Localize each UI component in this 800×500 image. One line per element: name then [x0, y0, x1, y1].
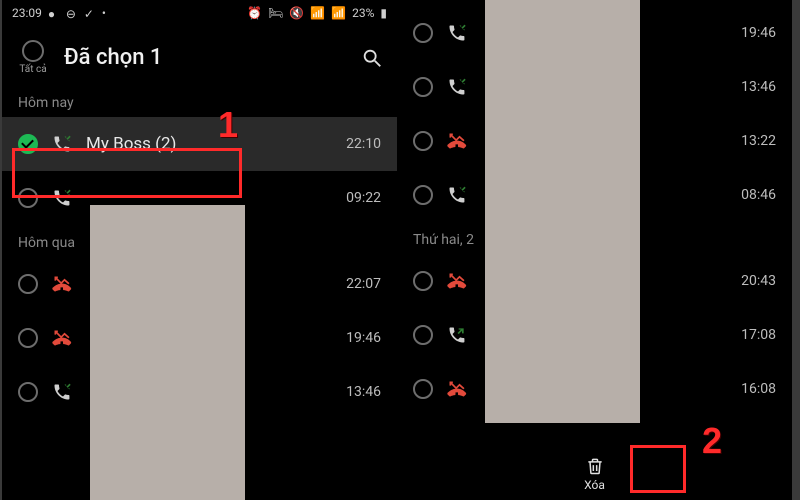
- annotation-number-1: 1: [218, 104, 238, 146]
- call-time: 13:46: [346, 384, 381, 400]
- phone-screenshot-left: 23:09 ● ⊖ ✓ • ⏰ 🛏 🔇 📶 📶 23% ▮ Tất cả Đã: [2, 0, 397, 500]
- outgoing-call-icon: [447, 325, 467, 345]
- annotation-box-2: [630, 445, 686, 493]
- call-time: 08:46: [741, 187, 776, 203]
- status-bar: 23:09 ● ⊖ ✓ • ⏰ 🛏 🔇 📶 📶 23% ▮: [2, 0, 397, 26]
- trash-icon: [585, 456, 605, 476]
- row-checkbox[interactable]: [413, 379, 433, 399]
- call-time: 09:22: [346, 190, 381, 206]
- wifi-icon: 📶: [310, 6, 325, 20]
- row-checkbox[interactable]: [413, 185, 433, 205]
- call-time: 20:43: [741, 273, 776, 289]
- annotation-number-2: 2: [702, 420, 722, 462]
- call-time: 22:10: [346, 136, 381, 152]
- more-icon: •: [102, 6, 106, 20]
- minus-icon: ⊖: [66, 7, 78, 19]
- incoming-call-icon: [447, 77, 467, 97]
- selection-header: Tất cả Đã chọn 1: [2, 26, 397, 85]
- row-checkbox[interactable]: [413, 325, 433, 345]
- call-time: 17:08: [741, 327, 776, 343]
- call-time: 13:22: [741, 133, 776, 149]
- annotation-box-1: [12, 148, 242, 198]
- row-checkbox[interactable]: [18, 382, 38, 402]
- row-checkbox[interactable]: [413, 271, 433, 291]
- messenger-icon: ●: [48, 7, 60, 19]
- missed-call-icon: [52, 274, 72, 294]
- row-checkbox[interactable]: [413, 77, 433, 97]
- call-time: 16:08: [741, 381, 776, 397]
- delete-label: Xóa: [584, 478, 605, 492]
- incoming-call-icon: [52, 382, 72, 402]
- redaction-block: [90, 205, 245, 500]
- missed-call-icon: [447, 131, 467, 151]
- row-checkbox[interactable]: [413, 131, 433, 151]
- select-all-label: Tất cả: [19, 64, 46, 75]
- incoming-call-icon: [447, 23, 467, 43]
- row-checkbox[interactable]: [18, 328, 38, 348]
- delete-button[interactable]: Xóa: [574, 452, 615, 496]
- signal-icon: 📶: [331, 6, 346, 20]
- alarm-icon: ⏰: [247, 6, 262, 20]
- call-time: 13:46: [741, 79, 776, 95]
- battery-text: 23%: [352, 6, 374, 20]
- phone-screenshot-right: 19:46 13:46 13:22 08:46 Thứ hai, 2 20:43: [397, 0, 792, 500]
- call-time: 19:46: [741, 25, 776, 41]
- mute-icon: 🔇: [289, 6, 304, 20]
- header-title: Đã chọn 1: [64, 45, 361, 70]
- incoming-call-icon: [447, 185, 467, 205]
- row-checkbox[interactable]: [413, 23, 433, 43]
- select-all-checkbox[interactable]: [22, 40, 44, 62]
- call-time: 22:07: [346, 276, 381, 292]
- status-time: 23:09: [12, 6, 42, 20]
- row-checkbox[interactable]: [18, 274, 38, 294]
- dnd-icon: 🛏: [268, 6, 283, 20]
- missed-call-icon: [52, 328, 72, 348]
- missed-call-icon: [447, 271, 467, 291]
- battery-icon: ▮: [380, 6, 387, 20]
- call-time: 19:46: [346, 330, 381, 346]
- checkmark-icon: ✓: [84, 7, 96, 19]
- section-today: Hôm nay: [2, 85, 397, 117]
- redaction-block: [485, 0, 640, 423]
- search-icon[interactable]: [361, 47, 383, 69]
- missed-call-icon: [447, 379, 467, 399]
